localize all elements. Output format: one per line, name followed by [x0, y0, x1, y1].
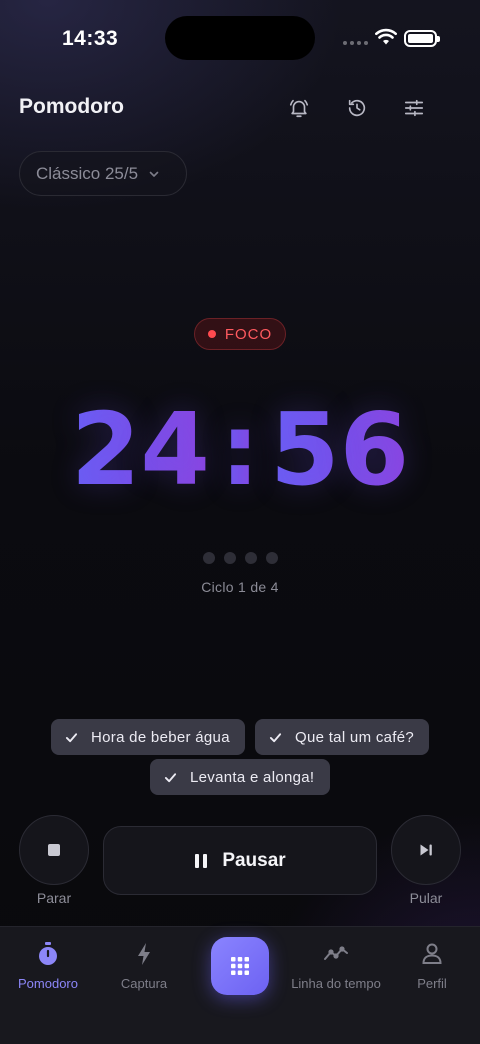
- nav-label: Perfil: [417, 976, 447, 991]
- cycle-text: Ciclo 1 de 4: [201, 579, 279, 595]
- stop-icon: [48, 844, 60, 856]
- preset-dropdown[interactable]: Clássico 25/5: [19, 151, 187, 196]
- phase-dot: [207, 330, 216, 338]
- timer-seconds: 56: [270, 391, 410, 508]
- preset-label: Clássico 25/5: [36, 163, 139, 183]
- pause-label: Pausar: [222, 849, 286, 871]
- reminder-label: Que tal um café?: [295, 728, 415, 746]
- cycle-progress: [203, 552, 278, 564]
- bottom-nav: Pomodoro Captura Linha do tempo Perfil: [0, 926, 480, 1044]
- check-icon: [269, 732, 282, 742]
- phase-label: FOCO: [224, 325, 273, 343]
- skip-next-icon: [420, 844, 432, 856]
- cycle-dot: [203, 552, 215, 564]
- cycle-dot: [266, 552, 278, 564]
- reminder-chip[interactable]: Hora de beber água: [51, 719, 245, 755]
- nav-item-captura[interactable]: Captura: [114, 941, 174, 991]
- reminder-chip[interactable]: Que tal um café?: [255, 719, 429, 755]
- timeline-icon: [324, 946, 348, 960]
- reminder-label: Levanta e alonga!: [190, 768, 315, 786]
- status-time: 14:33: [62, 27, 119, 50]
- status-bar: 14:33: [0, 0, 480, 76]
- timer-separator: :: [220, 391, 260, 508]
- pause-button[interactable]: Pausar: [103, 826, 377, 895]
- history-button[interactable]: [339, 90, 375, 126]
- cycle-dot: [245, 552, 257, 564]
- wifi-icon: [375, 28, 397, 45]
- settings-button[interactable]: [396, 90, 432, 126]
- nav-label: Captura: [120, 976, 168, 991]
- battery-icon: [404, 30, 440, 47]
- check-icon: [164, 772, 177, 782]
- pomodoro-screen: 14:33 Pomodoro Clássico 25/5 FOCO 24: 5…: [0, 0, 480, 1044]
- nav-item-pomodoro[interactable]: Pomodoro: [18, 941, 78, 991]
- timer-minutes: 24: [70, 391, 210, 508]
- nav-label: Linha do tempo: [291, 976, 381, 991]
- skip-label: Pular: [409, 890, 443, 906]
- bolt-icon: [138, 943, 150, 965]
- nav-label: Pomodoro: [18, 976, 78, 991]
- cycle-dot: [224, 552, 236, 564]
- page-title: Pomodoro: [19, 95, 124, 118]
- cellular-signal-icon: [343, 41, 368, 45]
- grid-icon: [231, 957, 249, 975]
- check-icon: [65, 732, 78, 742]
- dynamic-island: [165, 16, 315, 60]
- skip-button[interactable]: [391, 815, 461, 885]
- notifications-button[interactable]: [281, 90, 317, 126]
- nav-center-button[interactable]: [211, 937, 269, 995]
- pause-icon: [195, 853, 208, 868]
- phase-badge: FOCO: [194, 318, 286, 350]
- nav-item-profile[interactable]: Perfil: [402, 941, 462, 991]
- reminder-chip[interactable]: Levanta e alonga!: [150, 759, 330, 795]
- nav-item-timeline[interactable]: Linha do tempo: [288, 941, 384, 991]
- stopwatch-icon: [39, 942, 57, 965]
- chevron-down-icon: [149, 171, 159, 177]
- sliders-icon: [404, 99, 424, 117]
- timer-display: 24 : 56: [0, 395, 480, 505]
- history-icon: [348, 99, 366, 117]
- stop-label: Parar: [36, 890, 72, 906]
- reminder-label: Hora de beber água: [91, 728, 230, 746]
- stop-button[interactable]: [19, 815, 89, 885]
- bell-icon: [289, 99, 309, 118]
- person-icon: [422, 943, 442, 964]
